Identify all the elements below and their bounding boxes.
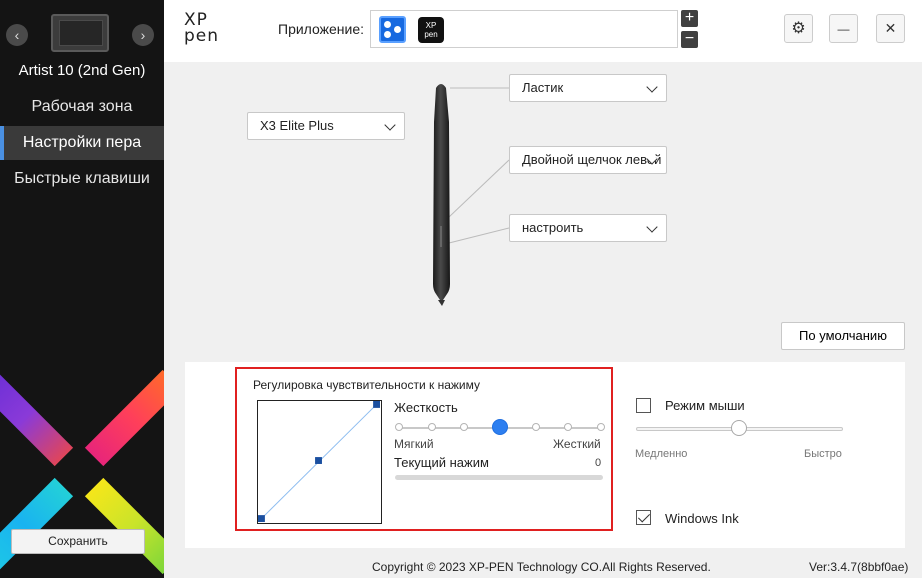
app-selector[interactable]: XP pen bbox=[370, 10, 678, 48]
app-label: Приложение: bbox=[278, 21, 365, 37]
soft-label: Мягкий bbox=[394, 437, 434, 451]
settings-button[interactable]: ⚙ bbox=[784, 14, 813, 43]
current-pressure-bar bbox=[395, 475, 603, 480]
prev-device-button[interactable]: ‹ bbox=[6, 24, 28, 46]
curve-handle-end[interactable] bbox=[373, 401, 381, 408]
add-app-button[interactable]: + bbox=[681, 10, 698, 27]
save-button[interactable]: Сохранить bbox=[11, 529, 145, 554]
curve-handle-mid[interactable] bbox=[315, 457, 322, 464]
xp-pen-app-icon[interactable]: XP pen bbox=[418, 17, 444, 43]
fast-label: Быстро bbox=[804, 448, 842, 460]
mouse-mode-label: Режим мыши bbox=[665, 398, 745, 413]
pressure-sensitivity-section: Регулировка чувствительности к нажиму Же… bbox=[235, 367, 613, 531]
minimize-icon: — bbox=[837, 22, 850, 36]
pen-lower-button-dropdown[interactable]: настроить bbox=[509, 214, 667, 242]
sidebar-item-pen-settings[interactable]: Настройки пера bbox=[0, 126, 164, 160]
sidebar: ‹ › Artist 10 (2nd Gen) Рабочая зона Нас… bbox=[0, 0, 164, 578]
pressure-panel: Регулировка чувствительности к нажиму Же… bbox=[185, 362, 905, 548]
current-pressure-label: Текущий нажим bbox=[394, 455, 489, 470]
close-button[interactable]: ✕ bbox=[876, 14, 905, 43]
pen-top-button-dropdown[interactable]: Ластик bbox=[509, 74, 667, 102]
header: XP pen Приложение: XP pen + − ⚙ — ✕ bbox=[164, 0, 922, 62]
windows-ink-checkbox[interactable] bbox=[636, 510, 651, 525]
xp-pen-logo: XP pen bbox=[184, 10, 220, 46]
slow-label: Медленно bbox=[635, 448, 688, 460]
sidebar-item-work-area[interactable]: Рабочая зона bbox=[0, 90, 164, 124]
restore-default-button[interactable]: По умолчанию bbox=[781, 322, 905, 350]
sidebar-item-shortcut-keys[interactable]: Быстрые клавиши bbox=[0, 162, 164, 196]
mouse-mode-checkbox[interactable] bbox=[636, 398, 651, 413]
chevron-down-icon bbox=[646, 81, 658, 93]
version-text: Ver:3.4.7(8bbf0ae) bbox=[809, 560, 909, 574]
minimize-button[interactable]: — bbox=[829, 14, 858, 43]
windows-ink-label: Windows Ink bbox=[665, 511, 739, 526]
tablet-thumbnail bbox=[51, 14, 109, 52]
all-apps-icon[interactable] bbox=[379, 16, 406, 43]
pressure-curve[interactable] bbox=[257, 400, 382, 524]
curve-handle-start[interactable] bbox=[258, 515, 265, 523]
remove-app-button[interactable]: − bbox=[681, 31, 698, 48]
current-pressure-value: 0 bbox=[595, 457, 602, 469]
hard-label: Жесткий bbox=[553, 437, 601, 451]
hardness-label: Жесткость bbox=[394, 400, 458, 415]
hardness-slider-thumb[interactable] bbox=[492, 419, 508, 435]
gear-icon: ⚙ bbox=[791, 20, 806, 37]
close-icon: ✕ bbox=[884, 20, 897, 36]
chevron-down-icon bbox=[646, 221, 658, 233]
pen-upper-button-dropdown[interactable]: Двойной щелчок левой bbox=[509, 146, 667, 174]
next-device-button[interactable]: › bbox=[132, 24, 154, 46]
pen-illustration bbox=[433, 84, 510, 306]
copyright-text: Copyright © 2023 XP-PEN Technology CO.Al… bbox=[372, 560, 711, 574]
pressure-title: Регулировка чувствительности к нажиму bbox=[253, 378, 481, 392]
mouse-speed-slider-thumb[interactable] bbox=[731, 420, 747, 436]
pen-settings-area: X3 Elite Plus Ластик Двойной щелчок лево… bbox=[164, 62, 922, 362]
device-name: Artist 10 (2nd Gen) bbox=[18, 62, 146, 79]
